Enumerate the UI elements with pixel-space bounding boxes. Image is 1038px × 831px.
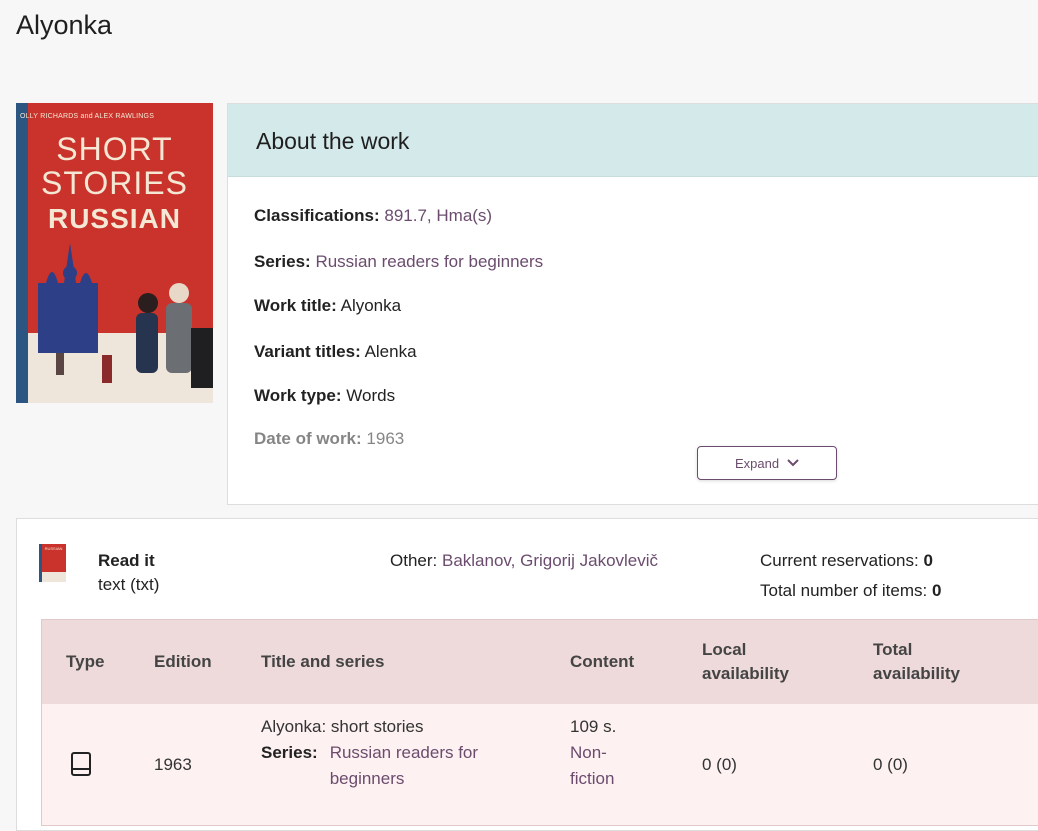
page-count: 109 s. <box>570 717 617 736</box>
series-link[interactable]: Russian readers for beginners <box>315 252 543 271</box>
total-items: Total number of items: 0 <box>760 581 941 601</box>
header-edition: Edition <box>154 652 212 671</box>
series-row: Series: Russian readers for beginners <box>254 252 543 272</box>
total-availability-value: 0 (0) <box>873 755 908 774</box>
local-availability-value: 0 (0) <box>702 755 737 774</box>
edition-year: 1963 <box>154 755 192 774</box>
format-label: text (txt) <box>98 575 160 594</box>
header-total-availability: Total availability <box>873 640 960 683</box>
content-cell: 109 s. Non-fiction <box>570 714 640 792</box>
title-series-cell: Alyonka: short stories Series: Russian r… <box>261 714 551 792</box>
date-of-work-row: Date of work: 1963 <box>254 429 404 449</box>
reservations-label: Current reservations: <box>760 551 919 570</box>
classifications-label: Classifications: <box>254 206 380 225</box>
work-type-label: Work type: <box>254 386 342 405</box>
edition-panel: RUSSIAN Read it text (txt) Other: Baklan… <box>16 518 1038 831</box>
variant-titles-label: Variant titles: <box>254 342 361 361</box>
editions-table: Type Edition Title and series Content Lo… <box>41 619 1038 826</box>
about-heading: About the work <box>256 128 410 154</box>
book-thumbnail: RUSSIAN <box>39 544 66 582</box>
edition-title: Alyonka: short stories <box>261 717 424 736</box>
work-title-value: Alyonka <box>340 296 402 315</box>
variant-titles-value: Alenka <box>364 342 417 361</box>
other-contributor-link[interactable]: Baklanov, Grigorij Jakovlevič <box>442 551 658 570</box>
header-content: Content <box>570 652 635 671</box>
series-label: Series: <box>254 252 311 271</box>
variant-titles-row: Variant titles: Alenka <box>254 342 417 362</box>
work-title-row: Work title: Alyonka <box>254 296 401 316</box>
work-type-row: Work type: Words <box>254 386 395 406</box>
current-reservations: Current reservations: 0 <box>760 551 933 571</box>
header-title-series: Title and series <box>261 652 385 671</box>
series-link[interactable]: Russian readers for beginners <box>330 740 525 792</box>
access-type-label: Read it <box>98 551 155 570</box>
work-title-label: Work title: <box>254 296 337 315</box>
date-of-work-value: 1963 <box>366 429 405 448</box>
content-type-link[interactable]: Non-fiction <box>570 740 640 792</box>
header-local-availability: Local availability <box>702 640 789 683</box>
work-type-value: Words <box>346 386 396 405</box>
table-row[interactable]: 1963 Alyonka: short stories Series: Russ… <box>42 704 1038 825</box>
items-label: Total number of items: <box>760 581 928 600</box>
chevron-down-icon <box>787 459 799 467</box>
classifications-row: Classifications: 891.7, Hma(s) <box>254 206 492 226</box>
expand-button[interactable]: Expand <box>697 446 837 480</box>
book-icon <box>71 752 91 776</box>
items-value: 0 <box>931 581 942 600</box>
series-label: Series: <box>261 743 318 762</box>
table-header: Type Edition Title and series Content Lo… <box>42 620 1038 704</box>
expand-label: Expand <box>734 455 780 471</box>
thumbnail-title: RUSSIAN <box>44 546 63 551</box>
book-cover-image: OLLY RICHARDS and ALEX RAWLINGS SHORT ST… <box>16 103 213 403</box>
header-type: Type <box>66 652 105 671</box>
page-title: Alyonka <box>16 10 113 40</box>
about-header: About the work <box>228 104 1038 177</box>
date-of-work-label: Date of work: <box>254 429 362 448</box>
other-label: Other: <box>390 551 438 570</box>
classifications-link[interactable]: 891.7, Hma(s) <box>384 206 492 225</box>
other-contributor: Other: Baklanov, Grigorij Jakovlevič <box>390 551 658 571</box>
reservations-value: 0 <box>923 551 933 570</box>
about-the-work-card: About the work Classifications: 891.7, H… <box>227 103 1038 505</box>
